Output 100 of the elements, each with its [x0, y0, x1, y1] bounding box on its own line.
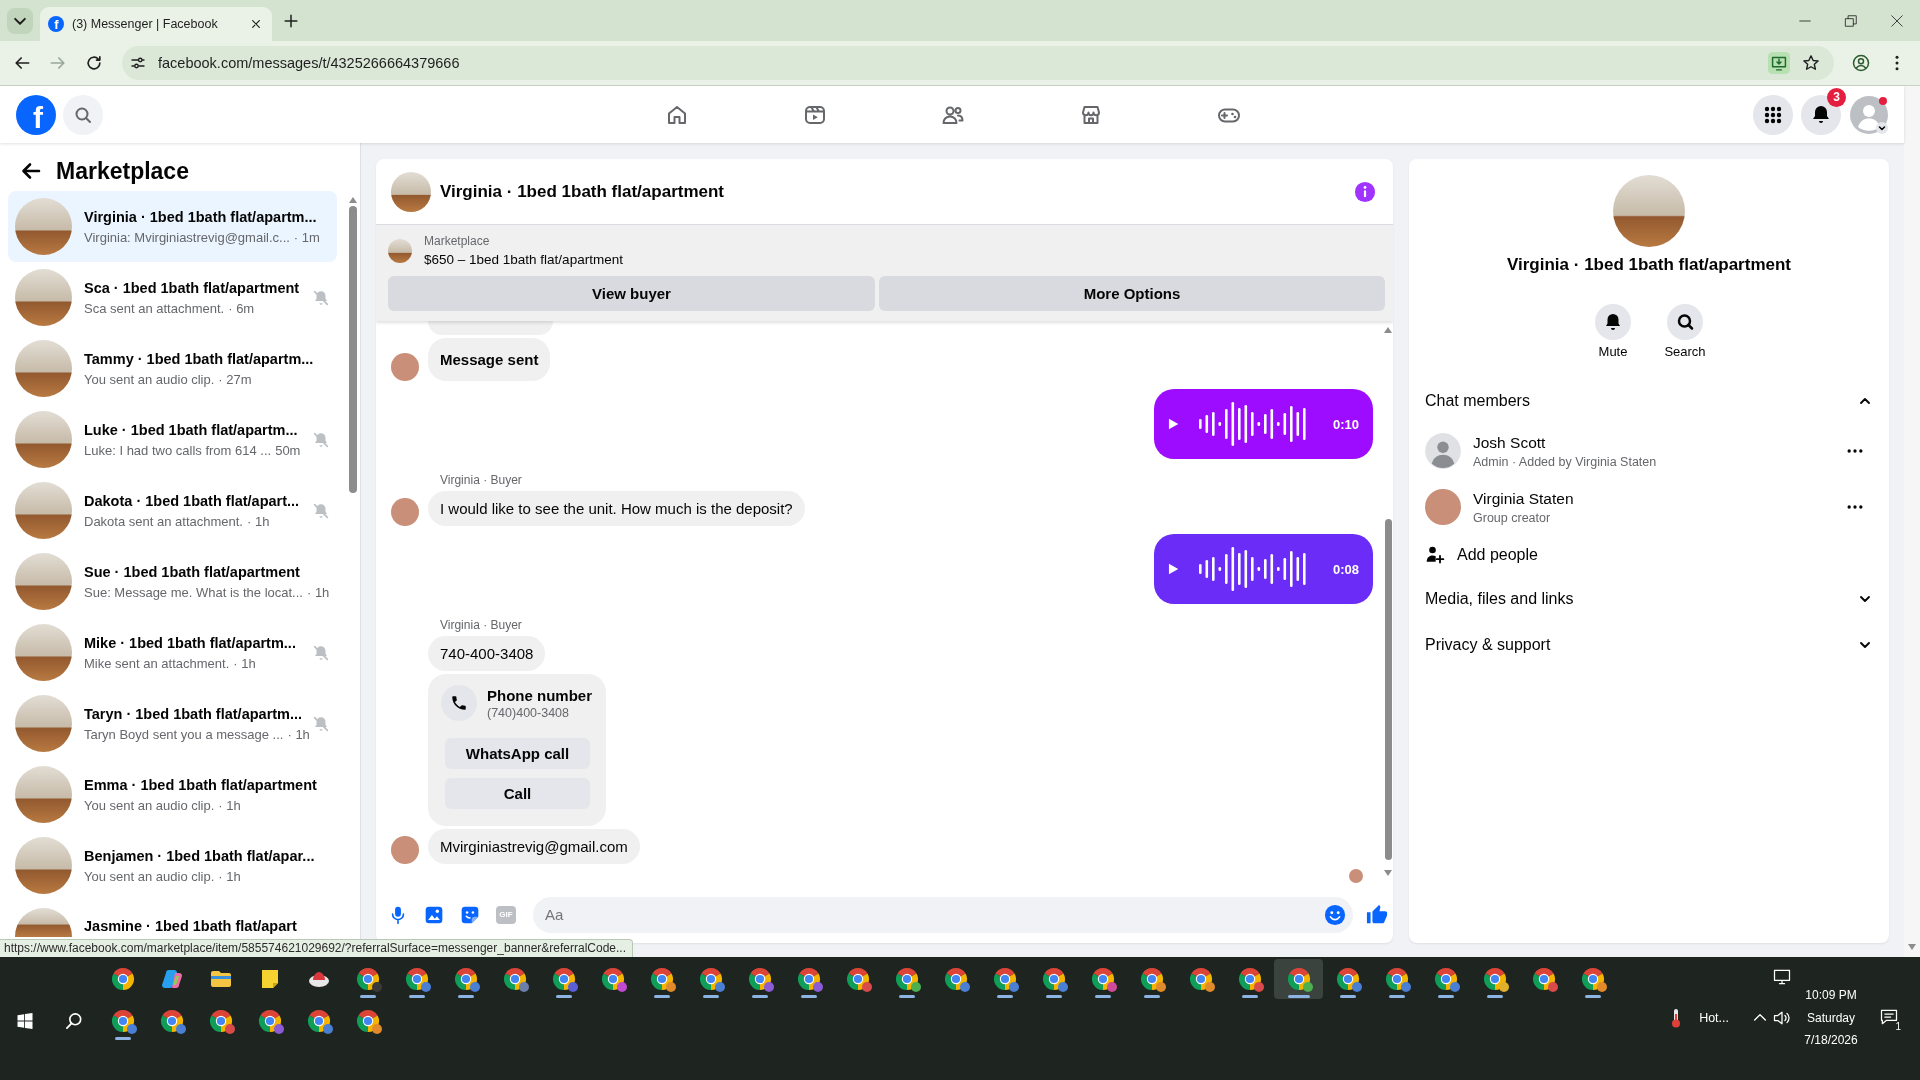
member-name: Virginia Staten [1473, 488, 1575, 508]
clock-time[interactable]: 10:09 PM [1805, 984, 1857, 1007]
weather-text[interactable]: Hot... [1699, 1011, 1729, 1025]
message-time: · 1h [218, 796, 241, 814]
sender-label: Virginia · Buyer [440, 617, 523, 633]
conversation-item[interactable]: Emma · 1bed 1bath flat/apartment You sent an audio clip. · 1h [8, 759, 337, 830]
conversation-item[interactable]: Tammy · 1bed 1bath flat/apartm... You sent an audio clip. · 27m [8, 333, 337, 404]
contact-title: Phone number [487, 685, 592, 705]
conversation-item[interactable]: Luke · 1bed 1bath flat/apartm... Luke: I had two calls from 614 ... 50m [8, 404, 337, 475]
browser-icon [1482, 967, 1507, 991]
browser-icon [355, 967, 380, 991]
phone-number: (740)400-3408 [487, 704, 570, 721]
call-action-button[interactable]: Call [445, 778, 590, 809]
photo-placeholder [15, 624, 72, 681]
browser-icon [894, 967, 919, 991]
message-preview: Taryn Boyd sent you a message ... [84, 725, 284, 743]
close-icon[interactable] [1890, 13, 1904, 28]
message-field[interactable]: Aa [533, 896, 1353, 933]
sidebar-title: Marketplace [56, 157, 189, 185]
browser-icon [992, 967, 1017, 991]
scrollbar-thumb[interactable] [1384, 519, 1392, 860]
scrollbar-thumb[interactable] [348, 206, 357, 493]
browser-icon [845, 967, 870, 991]
status-bar-url: https://www.facebook.com/marketplace/item/585574621029692/?referralSurface=messenger_banner&referralCode... [0, 939, 634, 957]
play-icon[interactable] [1166, 417, 1180, 431]
star-icon[interactable] [1801, 53, 1821, 73]
message-time: · 1h [306, 583, 330, 601]
caret-down-icon[interactable] [1908, 944, 1916, 950]
call-action-button[interactable]: WhatsApp call [445, 738, 590, 769]
phone-icon [441, 685, 477, 721]
caret-up-icon[interactable] [348, 197, 357, 203]
grid-menu-icon[interactable] [1753, 94, 1793, 135]
audio-duration: 0:08 [1332, 561, 1359, 577]
caret-down-icon[interactable] [1384, 870, 1392, 876]
bell-icon[interactable] [1595, 304, 1631, 340]
photo-placeholder [15, 482, 72, 539]
reload-icon[interactable] [84, 53, 104, 73]
image-icon[interactable] [424, 904, 444, 925]
conversation-item[interactable]: Benjamen · 1bed 1bath flat/apar... You sent an audio clip. · 1h [8, 830, 337, 901]
colorful-app-icon [159, 967, 184, 991]
message-preview: Virginia: Mvirginiastrevig@gmail.c... [84, 228, 290, 246]
banner-button[interactable]: View buyer [388, 276, 875, 311]
browser-icon [1433, 967, 1458, 991]
site-logo[interactable]: f [16, 94, 56, 135]
caret-up-icon[interactable] [1384, 327, 1392, 333]
browser-icon [306, 1009, 331, 1033]
conversation-item[interactable]: Dakota · 1bed 1bath flat/apart... Dakota sent an attachment. · 1h [8, 475, 337, 546]
browser-icon [600, 967, 625, 991]
search-icon[interactable] [1667, 304, 1703, 340]
taskbar-button[interactable] [1274, 959, 1323, 999]
emoji-icon[interactable] [1324, 903, 1346, 926]
browser-icon [208, 1009, 233, 1033]
conversation-item[interactable]: Taryn · 1bed 1bath flat/apartm... Taryn Boyd sent you a message ... · 1h [8, 688, 337, 759]
avatar-icon [1425, 433, 1461, 469]
chevron-down-icon[interactable] [7, 7, 33, 34]
message-time: 50m [275, 441, 301, 459]
conversation-title: Emma · 1bed 1bath flat/apartment [84, 775, 318, 795]
message-bubble: Message sent [428, 338, 551, 381]
message-time: · 27m [218, 370, 252, 388]
favicon: f [48, 16, 64, 32]
conversation-title: Jasmine · 1bed 1bath flat/apart [84, 917, 298, 936]
message-preview: You sent an audio clip. [84, 370, 215, 388]
sticker-icon[interactable] [460, 904, 480, 925]
bell-icon[interactable] [1801, 94, 1841, 135]
monitor-download-icon[interactable] [1768, 52, 1790, 74]
conversation-item[interactable]: Mike · 1bed 1bath flat/apartm... Mike sent an attachment. · 1h [8, 617, 337, 688]
section-header[interactable]: Privacy & support [1409, 623, 1889, 667]
conversation-item[interactable]: Sue · 1bed 1bath flat/apartment Sue: Message me. What is the locat... · 1h [8, 546, 337, 617]
conversation-title: Sca · 1bed 1bath flat/apartment [84, 278, 300, 298]
message-time: · 1h [247, 512, 270, 530]
message-bubble: Mvirginiastrevig@gmail.com [428, 829, 640, 864]
profile-icon[interactable] [1851, 53, 1871, 73]
avatar-icon[interactable] [1849, 94, 1889, 135]
message-time: · 1h [287, 725, 310, 743]
add-people-button[interactable]: Add people [1409, 535, 1889, 575]
monitor-icon[interactable] [1772, 967, 1792, 987]
photo-placeholder [15, 695, 72, 752]
clock-day[interactable]: Saturday [1807, 1006, 1855, 1029]
address-field[interactable]: facebook.com/messages/t/4325266664379666 [122, 46, 1834, 80]
banner-button[interactable]: More Options [879, 276, 1385, 311]
conversation-item[interactable]: Virginia · 1bed 1bath flat/apartm... Virginia: Mvirginiastrevig@gmail.c... · 1m [8, 191, 337, 262]
conversation-item[interactable]: Sca · 1bed 1bath flat/apartment Sca sent an attachment. · 6m [8, 262, 337, 333]
page-scrollbar[interactable] [1904, 86, 1920, 957]
play-icon[interactable] [1166, 562, 1180, 576]
section-header[interactable]: Media, files and links [1409, 577, 1889, 621]
photo-placeholder [15, 837, 72, 894]
thumbs-up-icon[interactable] [1366, 903, 1388, 926]
info-icon[interactable] [1354, 180, 1376, 203]
clock-date[interactable]: 7/18/2026 [1804, 1029, 1858, 1052]
browser-tab[interactable]: f (3) Messenger | Facebook [40, 7, 272, 41]
message-time: · 6m [228, 299, 255, 317]
message-preview: Luke: I had two calls from 614 ... [84, 441, 272, 459]
conversation-item[interactable]: Jasmine · 1bed 1bath flat/apart [8, 901, 337, 937]
photo-placeholder [15, 411, 72, 468]
restore-icon[interactable] [1844, 13, 1858, 28]
section-header[interactable]: Chat members [1409, 379, 1889, 423]
browser-icon [1090, 967, 1115, 991]
browser-icon [110, 967, 135, 991]
search-icon[interactable] [63, 1011, 84, 1031]
browser-icon [796, 967, 821, 991]
